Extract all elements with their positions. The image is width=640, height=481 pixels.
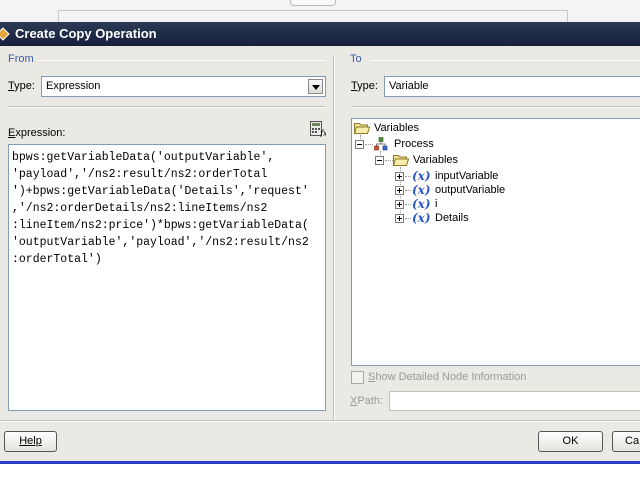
- to-section-line: [370, 60, 640, 61]
- expand-icon[interactable]: [395, 200, 404, 209]
- expression-line: 'outputVariable','payload','/ns2:result/…: [12, 236, 309, 249]
- title-bar: Create Copy Operation: [0, 22, 640, 46]
- tree-label-variable: Details: [435, 212, 469, 224]
- from-type-value: Expression: [46, 80, 101, 92]
- tree-label-variables-folder: Variables: [413, 154, 459, 166]
- to-type-value: Variable: [389, 80, 429, 92]
- tree-label-variable: inputVariable: [435, 170, 499, 182]
- tree-connector: [405, 190, 411, 191]
- dialog-title: Create Copy Operation: [15, 26, 157, 41]
- help-button[interactable]: Help: [4, 431, 57, 452]
- tree-connector: [385, 160, 393, 161]
- section-divider: [333, 55, 335, 421]
- expression-builder-icon[interactable]: fx: [310, 121, 326, 137]
- to-section-label: To: [350, 53, 362, 65]
- tree-connector: [405, 204, 411, 205]
- tree-label-process: Process: [394, 138, 434, 150]
- expression-line: ,'/ns2:orderDetails/ns2:lineItems/ns2: [12, 202, 268, 215]
- from-type-select[interactable]: Expression: [41, 76, 326, 97]
- show-detail-label: Show Detailed Node Information: [368, 371, 527, 383]
- tree-label-variables-root: Variables: [374, 122, 420, 134]
- to-type-select[interactable]: Variable: [384, 76, 640, 97]
- tree-connector: [405, 218, 411, 219]
- button-bar-separator: [0, 420, 640, 422]
- variable-tree[interactable]: Variables Process Variables (x) inputVar…: [351, 118, 640, 366]
- collapse-icon[interactable]: [375, 156, 384, 165]
- create-copy-operation-dialog: Create Copy Operation From Type: Express…: [0, 22, 640, 464]
- tree-connector: [405, 176, 411, 177]
- expand-icon[interactable]: [395, 172, 404, 181]
- tree-label-variable: i: [435, 198, 438, 210]
- from-section-label: From: [8, 53, 34, 65]
- from-separator: [8, 106, 326, 108]
- background-tab: [290, 0, 336, 6]
- expression-line: ')+bpws:getVariableData('Details','reque…: [12, 185, 309, 198]
- open-folder-icon: [354, 123, 370, 134]
- collapse-icon[interactable]: [355, 140, 364, 149]
- copy-operation-icon: [0, 27, 10, 41]
- show-detail-checkbox[interactable]: [351, 371, 364, 384]
- expression-line: bpws:getVariableData('outputVariable',: [12, 151, 275, 164]
- tree-label-variable: outputVariable: [435, 184, 506, 196]
- svg-text:fx: fx: [319, 129, 326, 137]
- expression-line: :orderTotal'): [12, 253, 102, 266]
- process-icon: [374, 137, 388, 151]
- xpath-label: XPath:: [350, 395, 384, 407]
- expression-line: 'payload','/ns2:result/ns2:orderTotal: [12, 168, 268, 181]
- expand-icon[interactable]: [395, 186, 404, 195]
- expression-label: Expression:: [8, 127, 66, 139]
- from-type-label: Type:: [8, 80, 35, 92]
- xpath-input[interactable]: [389, 391, 640, 411]
- cancel-button[interactable]: Ca: [612, 431, 640, 452]
- from-section-line: [38, 60, 326, 61]
- variable-icon: (x): [412, 211, 431, 225]
- variable-icon: (x): [412, 183, 431, 197]
- to-type-label: Type:: [351, 80, 378, 92]
- expand-icon[interactable]: [395, 214, 404, 223]
- open-folder-icon: [393, 155, 409, 166]
- chevron-down-icon[interactable]: [308, 79, 323, 94]
- variable-icon: (x): [412, 169, 431, 183]
- expression-textarea[interactable]: bpws:getVariableData('outputVariable', 'p…: [8, 144, 326, 411]
- ok-button[interactable]: OK: [538, 431, 603, 452]
- variable-icon: (x): [412, 197, 431, 211]
- expression-line: :lineItem/ns2:price')*bpws:getVariableDa…: [12, 219, 309, 232]
- to-separator: [351, 106, 640, 108]
- tree-connector: [365, 144, 373, 145]
